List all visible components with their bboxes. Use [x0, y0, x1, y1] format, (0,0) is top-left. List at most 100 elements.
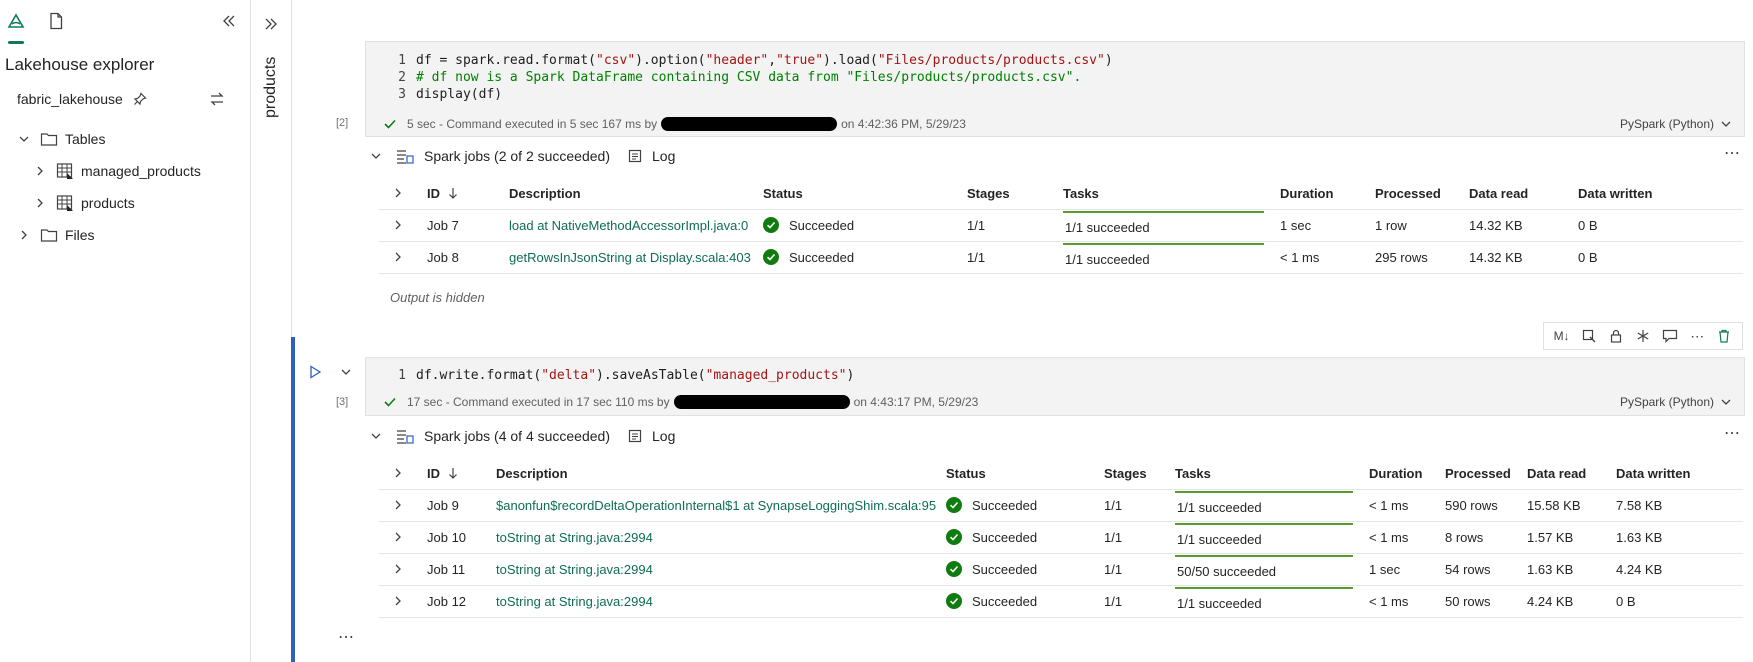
cell-desc[interactable]: toString at String.java:2994: [496, 521, 653, 553]
expand-row-icon[interactable]: [392, 489, 404, 521]
column-header-duration[interactable]: Duration: [1369, 457, 1422, 489]
file-icon[interactable]: [48, 12, 64, 30]
lakehouse-icon[interactable]: [7, 12, 25, 30]
cell-id: Job 9: [427, 489, 459, 521]
column-header-status[interactable]: Status: [946, 457, 986, 489]
cell-desc[interactable]: $anonfun$recordDeltaOperationInternal$1 …: [496, 489, 936, 521]
collapse-jobs-icon[interactable]: [370, 430, 382, 442]
column-header-label: Data written: [1616, 465, 1691, 481]
string-token: "header": [705, 53, 769, 68]
column-header-tasks[interactable]: Tasks: [1175, 457, 1211, 489]
cell-written: 1.63 KB: [1616, 521, 1662, 553]
code-token: ).load(: [823, 53, 878, 68]
column-header-desc[interactable]: Description: [509, 177, 581, 209]
expand-panel-icon[interactable]: [264, 17, 278, 31]
more-options-icon[interactable]: ⋯: [1724, 143, 1741, 163]
code-line[interactable]: 1 df = spark.read.format("csv").option("h…: [366, 52, 1112, 69]
column-header-duration[interactable]: Duration: [1280, 177, 1333, 209]
table-row[interactable]: Job 10 toString at String.java:2994 Succee…: [378, 521, 1743, 554]
cell-tasks-text: 1/1 succeeded: [1065, 219, 1150, 235]
column-header-tasks[interactable]: Tasks: [1063, 177, 1099, 209]
freeze-icon[interactable]: [1634, 327, 1652, 345]
lakehouse-name[interactable]: fabric_lakehouse: [17, 91, 147, 107]
spark-jobs-header[interactable]: Spark jobs (2 of 2 succeeded) Log: [396, 145, 675, 167]
language-selector[interactable]: PySpark (Python): [1620, 117, 1732, 131]
expand-row-icon[interactable]: [392, 209, 404, 241]
lock-icon[interactable]: [1607, 327, 1625, 345]
more-options-icon[interactable]: ⋯: [1724, 423, 1741, 443]
select-cell-icon[interactable]: [1580, 327, 1598, 345]
switch-lakehouse-icon[interactable]: [209, 91, 225, 107]
table-row[interactable]: Job 8 getRowsInJsonString at Display.scal…: [378, 241, 1743, 274]
expand-row-icon[interactable]: [392, 553, 404, 585]
success-icon: [946, 529, 972, 545]
column-header-written[interactable]: Data written: [1578, 177, 1652, 209]
cell-status: Succeeded: [946, 585, 1037, 617]
collapse-panel-icon[interactable]: [222, 14, 236, 28]
cell-desc-text: toString at String.java:2994: [496, 593, 653, 609]
table-header-row: ID Description Status Stages Tasks Duration Pr…: [378, 457, 1743, 490]
table-row[interactable]: Job 7 load at NativeMethodAccessorImpl.ja…: [378, 209, 1743, 242]
cell-read-text: 4.24 KB: [1527, 593, 1574, 609]
column-header-processed[interactable]: Processed: [1375, 177, 1441, 209]
tree-item-products[interactable]: products: [34, 192, 135, 214]
cell-status: Succeeded: [763, 209, 854, 241]
column-header-written[interactable]: Data written: [1616, 457, 1690, 489]
language-selector[interactable]: PySpark (Python): [1620, 395, 1732, 409]
collapse-jobs-icon[interactable]: [370, 150, 382, 162]
log-button[interactable]: Log: [652, 428, 675, 444]
code-line[interactable]: 3 display(df): [366, 86, 502, 103]
sort-arrow-icon[interactable]: [448, 187, 458, 199]
cell-desc[interactable]: load at NativeMethodAccessorImpl.java:0: [509, 209, 748, 241]
column-header-stages[interactable]: Stages: [1104, 457, 1147, 489]
expand-row-icon[interactable]: [392, 241, 404, 273]
column-header-processed[interactable]: Processed: [1445, 457, 1511, 489]
code-cell-2[interactable]: 1 df.write.format("delta").saveAsTable("m…: [365, 357, 1745, 416]
tree-item-files[interactable]: Files: [18, 224, 95, 246]
tree-item-managed-products[interactable]: managed_products: [34, 160, 201, 182]
spark-jobs-header[interactable]: Spark jobs (4 of 4 succeeded) Log: [396, 425, 675, 447]
table-row[interactable]: Job 9 $anonfun$recordDeltaOperationIntern…: [378, 489, 1743, 522]
cell-stages-text: 1/1: [967, 249, 986, 265]
column-header-id[interactable]: ID: [427, 457, 458, 489]
chevron-down-icon: [1721, 399, 1731, 405]
column-header-desc[interactable]: Description: [496, 457, 568, 489]
cell-status-text: Succeeded: [972, 497, 1038, 513]
column-header-stages[interactable]: Stages: [967, 177, 1010, 209]
table-row[interactable]: Job 12 toString at String.java:2994 Succee…: [378, 585, 1743, 618]
code-token: ,: [768, 53, 777, 68]
run-options-icon[interactable]: [340, 366, 352, 378]
column-header-read[interactable]: Data read: [1527, 457, 1586, 489]
line-number: 2: [398, 70, 406, 85]
cell-desc[interactable]: getRowsInJsonString at Display.scala:403: [509, 241, 751, 273]
run-cell-icon[interactable]: [308, 365, 322, 379]
more-actions-icon[interactable]: ⋯: [1688, 327, 1706, 345]
table-row[interactable]: Job 11 toString at String.java:2994 Succee…: [378, 553, 1743, 586]
column-header-read[interactable]: Data read: [1469, 177, 1528, 209]
cell-desc[interactable]: toString at String.java:2994: [496, 553, 653, 585]
comment-icon[interactable]: [1661, 327, 1679, 345]
expand-row-icon[interactable]: [392, 521, 404, 553]
expand-all-icon[interactable]: [392, 457, 404, 489]
pin-icon[interactable]: [133, 92, 147, 106]
cell-read: 1.63 KB: [1527, 553, 1573, 585]
expand-all-icon[interactable]: [392, 177, 404, 209]
explorer-title: Lakehouse explorer: [5, 55, 155, 74]
folder-icon: [40, 229, 58, 242]
cell-written: 7.58 KB: [1616, 489, 1662, 521]
more-cells-icon[interactable]: ⋯: [338, 627, 354, 647]
sort-arrow-icon[interactable]: [448, 467, 458, 479]
markdown-toggle-icon[interactable]: M↓: [1553, 327, 1571, 345]
code-line[interactable]: 1 df.write.format("delta").saveAsTable("m…: [366, 367, 854, 384]
log-button[interactable]: Log: [652, 148, 675, 164]
expand-row-icon[interactable]: [392, 585, 404, 617]
tree-item-tables[interactable]: Tables: [18, 128, 105, 150]
cell-status: Succeeded: [763, 241, 854, 273]
column-header-id[interactable]: ID: [427, 177, 458, 209]
cell-stages: 1/1: [967, 209, 985, 241]
code-cell-1[interactable]: 1 df = spark.read.format("csv").option("h…: [365, 41, 1745, 137]
code-line[interactable]: 2 # df now is a Spark DataFrame containin…: [366, 69, 1081, 86]
delete-icon[interactable]: [1715, 327, 1733, 345]
cell-desc[interactable]: toString at String.java:2994: [496, 585, 653, 617]
column-header-status[interactable]: Status: [763, 177, 803, 209]
